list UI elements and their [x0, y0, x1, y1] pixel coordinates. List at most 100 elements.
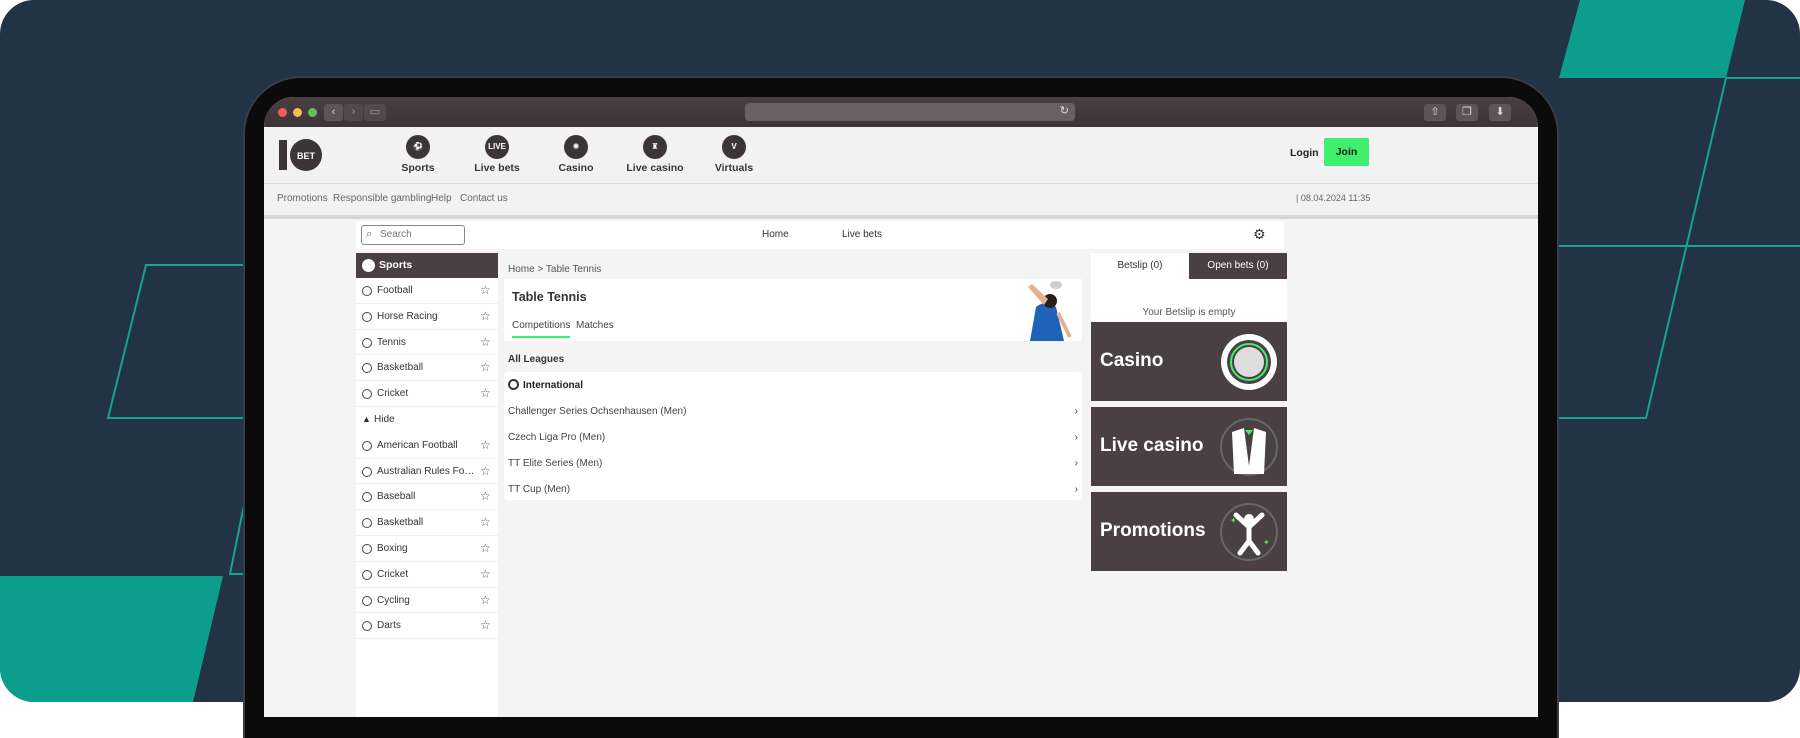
reload-icon[interactable]: ↻	[1060, 104, 1069, 117]
virtual-screen-icon: V	[722, 135, 746, 159]
sidebar-item-label: Baseball	[377, 491, 416, 503]
nav-live-casino[interactable]: ♜ Live casino	[620, 135, 690, 174]
favorite-star-icon[interactable]: ☆	[480, 304, 491, 330]
favorite-star-icon[interactable]: ☆	[480, 278, 491, 304]
close-window-button[interactable]	[278, 108, 287, 117]
svg-text:✦: ✦	[1263, 538, 1270, 547]
browser-window: ‹ › ▭ ↻ ⇧ ❐ ⬇ BET ⚽ Sports LIVE Live bet…	[264, 97, 1538, 717]
sidebar-item-american-football[interactable]: American Football ☆	[356, 433, 498, 459]
sidebar-item-basketball[interactable]: Basketball ☆	[356, 355, 498, 382]
share-icon[interactable]: ⇧	[1424, 104, 1446, 121]
promo-label: Live casino	[1100, 435, 1204, 456]
nav-sports[interactable]: ⚽ Sports	[383, 135, 453, 174]
favorite-star-icon[interactable]: ☆	[480, 459, 491, 485]
sidebar-title: Sports	[379, 259, 413, 271]
nav-virtuals[interactable]: V Virtuals	[699, 135, 769, 174]
favorite-star-icon[interactable]: ☆	[480, 355, 491, 381]
live-casino-promo-banner[interactable]: Live casino	[1091, 407, 1287, 486]
sidebar-item-label: Australian Rules Football	[377, 465, 475, 477]
tab-competitions[interactable]: Competitions	[512, 320, 571, 338]
secondary-nav: Promotions Responsible gambling Help Con…	[264, 183, 1538, 215]
baseball-icon	[362, 492, 372, 503]
favorite-star-icon[interactable]: ☆	[480, 613, 491, 639]
sidebar-item-australian-rules[interactable]: Australian Rules Football ☆	[356, 459, 498, 485]
favorite-star-icon[interactable]: ☆	[480, 381, 491, 407]
login-button[interactable]: Login	[1290, 147, 1319, 159]
sidebar-item-label: Cricket	[377, 568, 409, 580]
sidebar-item-label: Basketball	[377, 517, 424, 529]
favorite-star-icon[interactable]: ☆	[480, 330, 491, 356]
sidebar-item-label: American Football	[377, 439, 458, 451]
promotions-promo-banner[interactable]: Promotions ✦ ✦	[1091, 492, 1287, 571]
chevron-right-icon: ›	[1074, 406, 1078, 417]
all-leagues-heading: All Leagues	[508, 354, 565, 365]
nav-live-bets[interactable]: LIVE Live bets	[462, 135, 532, 174]
sidebar-item-label: Football	[377, 285, 413, 296]
forward-button[interactable]: ›	[344, 104, 363, 121]
sidebar-item-cycling[interactable]: Cycling ☆	[356, 588, 498, 614]
sidebar-item-basketball-2[interactable]: Basketball ☆	[356, 510, 498, 536]
league-row[interactable]: Challenger Series Ochsenhausen (Men) ›	[508, 406, 1078, 417]
live-bets-link[interactable]: Live bets	[842, 229, 882, 240]
tab-matches[interactable]: Matches	[576, 320, 614, 331]
help-link[interactable]: Help	[431, 193, 452, 204]
tabs-overview-icon[interactable]: ❐	[1456, 104, 1478, 121]
favorite-star-icon[interactable]: ☆	[480, 510, 491, 536]
celebrating-person-icon: ✦ ✦	[1220, 503, 1278, 561]
download-icon[interactable]: ⬇	[1489, 104, 1511, 121]
settings-gear-icon[interactable]: ⚙	[1253, 226, 1266, 243]
tennis-ball-icon	[362, 337, 372, 348]
sidebar-item-boxing[interactable]: Boxing ☆	[356, 536, 498, 562]
site-header: BET ⚽ Sports LIVE Live bets ✺ Casino ♜ L…	[264, 127, 1538, 183]
league-name: Czech Liga Pro (Men)	[508, 432, 606, 443]
favorite-star-icon[interactable]: ☆	[480, 588, 491, 614]
sidebar-item-darts[interactable]: Darts ☆	[356, 613, 498, 640]
nav-casino-label: Casino	[558, 162, 594, 174]
sidebar-toggle-icon[interactable]: ▭	[364, 104, 386, 121]
tab-open-bets[interactable]: Open bets (0)	[1189, 253, 1287, 279]
sidebar-item-cricket-2[interactable]: Cricket ☆	[356, 562, 498, 588]
svg-text:✦: ✦	[1230, 516, 1237, 525]
search-icon: ⌕	[366, 228, 373, 240]
league-row[interactable]: TT Cup (Men) ›	[508, 484, 1078, 495]
sidebar-item-label: Darts	[377, 620, 401, 632]
back-button[interactable]: ‹	[324, 104, 343, 121]
soccer-ball-icon: ⚽	[406, 135, 430, 159]
favorite-star-icon[interactable]: ☆	[480, 433, 491, 459]
favorite-star-icon[interactable]: ☆	[480, 562, 491, 588]
nav-casino[interactable]: ✺ Casino	[541, 135, 611, 174]
breadcrumb[interactable]: Home > Table Tennis	[508, 264, 601, 275]
sidebar-item-cricket[interactable]: Cricket ☆	[356, 381, 498, 407]
join-button[interactable]: Join	[1324, 138, 1369, 166]
hide-toggle[interactable]: ▲ Hide	[356, 407, 498, 433]
boxing-glove-icon	[362, 543, 372, 554]
sidebar-item-label: Cycling	[377, 594, 410, 606]
live-icon: LIVE	[485, 135, 509, 159]
responsible-gambling-link[interactable]: Responsible gambling	[333, 193, 431, 204]
favorite-star-icon[interactable]: ☆	[480, 484, 491, 510]
sidebar-item-baseball[interactable]: Baseball ☆	[356, 484, 498, 511]
favorite-star-icon[interactable]: ☆	[480, 536, 491, 562]
sidebar-item-football[interactable]: Football ☆	[356, 278, 498, 304]
home-link[interactable]: Home	[762, 229, 789, 240]
10bet-logo[interactable]: BET	[278, 137, 326, 173]
casino-promo-banner[interactable]: Casino	[1091, 322, 1287, 401]
search-input[interactable]	[380, 229, 460, 240]
promotions-link[interactable]: Promotions	[277, 193, 328, 204]
league-row[interactable]: TT Elite Series (Men) ›	[508, 458, 1078, 469]
address-bar[interactable]: ↻	[745, 103, 1075, 121]
basketball-icon	[362, 518, 372, 529]
sidebar-header: Sports	[356, 253, 498, 278]
sidebar-item-label: Basketball	[377, 362, 424, 374]
tuxedo-icon	[1220, 418, 1278, 476]
league-row[interactable]: Czech Liga Pro (Men) ›	[508, 432, 1078, 443]
maximize-window-button[interactable]	[308, 108, 317, 117]
sidebar-item-horse-racing[interactable]: Horse Racing ☆	[356, 304, 498, 330]
tab-betslip[interactable]: Betslip (0)	[1091, 253, 1189, 279]
nav-live-bets-label: Live bets	[474, 162, 520, 174]
search-box[interactable]: ⌕	[361, 225, 465, 245]
sidebar-item-tennis[interactable]: Tennis ☆	[356, 330, 498, 356]
contact-us-link[interactable]: Contact us	[460, 193, 508, 204]
league-group-header[interactable]: International	[508, 379, 583, 391]
minimize-window-button[interactable]	[293, 108, 302, 117]
